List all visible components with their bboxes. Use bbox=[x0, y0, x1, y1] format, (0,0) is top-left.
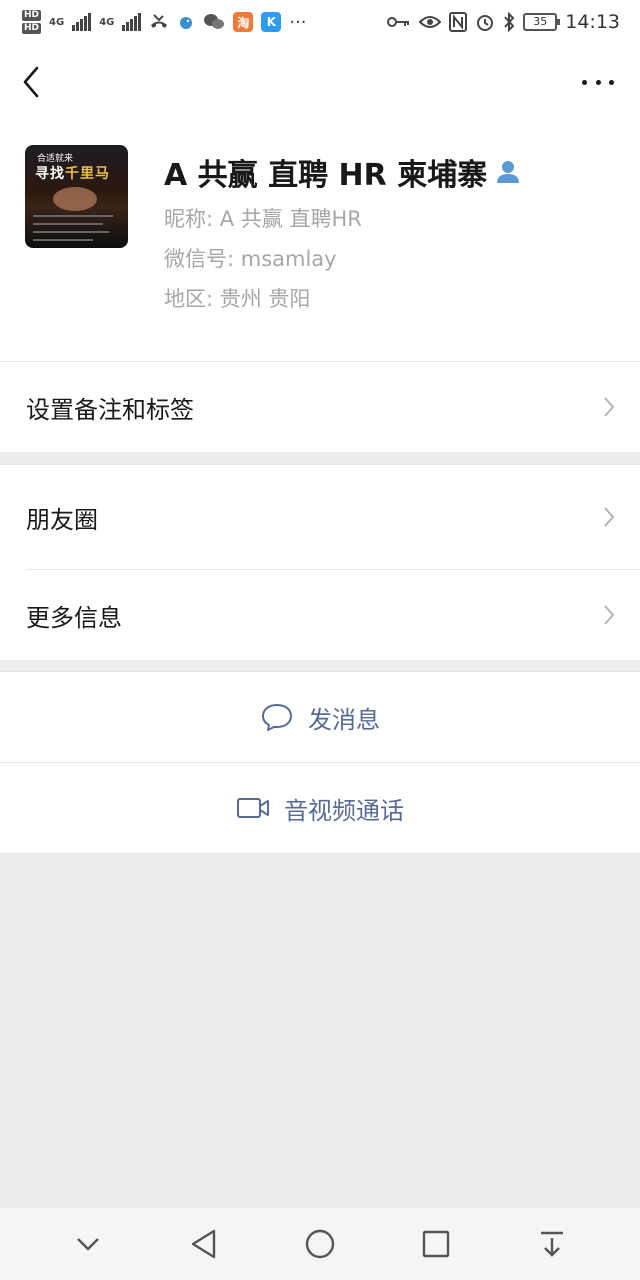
square-recents-icon bbox=[422, 1230, 450, 1258]
avatar-main-text-a: 寻找 bbox=[35, 166, 65, 182]
profile-header: 合适就来 寻找千里马 A 共赢 直聘 HR 柬埔寨 昵称: A 共赢 直聘HR … bbox=[0, 120, 640, 362]
nfc-icon bbox=[449, 12, 468, 32]
notification-pulldown-button[interactable] bbox=[532, 1224, 572, 1264]
more-info-label: 更多信息 bbox=[26, 603, 122, 632]
profile-name-text: A 共赢 直聘 HR 柬埔寨 bbox=[164, 158, 488, 193]
remark-section: 设置备注和标签 bbox=[0, 361, 640, 452]
back-button[interactable] bbox=[18, 64, 48, 100]
bird-app-icon bbox=[180, 17, 193, 29]
network-type-1: 4G bbox=[49, 16, 65, 28]
more-info-row[interactable]: 更多信息 bbox=[0, 570, 640, 660]
status-bar: HD HD 4G 4G 淘 K ··· 35 14:13 bbox=[0, 0, 640, 44]
k-app-icon: K bbox=[261, 12, 282, 32]
actions-section: 发消息 音视频通话 bbox=[0, 671, 640, 854]
set-remark-tags-row[interactable]: 设置备注和标签 bbox=[0, 362, 640, 452]
chevron-down-icon bbox=[77, 1238, 99, 1251]
info-section: 朋友圈 更多信息 bbox=[0, 464, 640, 660]
bluetooth-icon bbox=[504, 12, 515, 32]
avatar-main-text: 寻找千里马 bbox=[35, 163, 110, 183]
status-bar-left: HD HD 4G 4G 淘 K ··· bbox=[22, 10, 307, 34]
chevron-right-icon bbox=[604, 605, 615, 625]
divider bbox=[0, 853, 640, 854]
network-type-2: 4G bbox=[99, 16, 115, 28]
av-call-label: 音视频通话 bbox=[284, 796, 404, 825]
wechat-id-text: 微信号: msamlay bbox=[164, 247, 337, 271]
pull-down-icon bbox=[541, 1231, 563, 1257]
moments-label: 朋友圈 bbox=[26, 505, 98, 534]
avatar-graphic bbox=[53, 187, 97, 211]
signal-icon-2 bbox=[122, 13, 142, 31]
more-button[interactable] bbox=[582, 68, 614, 96]
avatar-text-line bbox=[33, 239, 93, 241]
clock: 14:13 bbox=[565, 11, 620, 33]
avatar-text-line bbox=[33, 231, 109, 233]
system-navigation-bar bbox=[0, 1208, 640, 1280]
avatar[interactable]: 合适就来 寻找千里马 bbox=[25, 145, 128, 248]
user-verified-icon bbox=[497, 161, 520, 183]
alarm-icon bbox=[477, 15, 494, 31]
moments-row[interactable]: 朋友圈 bbox=[0, 465, 640, 569]
av-call-button[interactable]: 音视频通话 bbox=[0, 763, 640, 853]
key-icon bbox=[387, 17, 410, 27]
chevron-left-icon bbox=[23, 66, 39, 98]
avatar-text-line bbox=[33, 215, 113, 217]
region-text: 地区: 贵州 贵阳 bbox=[164, 287, 311, 311]
chat-bubble-icon bbox=[262, 704, 292, 731]
system-back-button[interactable] bbox=[184, 1224, 224, 1264]
more-notifications-icon: ··· bbox=[289, 11, 307, 33]
nav-bar bbox=[0, 44, 640, 120]
video-camera-icon bbox=[237, 798, 269, 818]
eye-icon bbox=[419, 16, 442, 28]
status-bar-right: 35 14:13 bbox=[387, 11, 620, 33]
system-recents-button[interactable] bbox=[416, 1224, 456, 1264]
triangle-back-icon bbox=[191, 1229, 216, 1259]
send-message-label: 发消息 bbox=[308, 705, 380, 734]
wechat-icon bbox=[204, 14, 225, 29]
hd-indicators: HD HD bbox=[22, 10, 42, 34]
circle-home-icon bbox=[305, 1229, 335, 1259]
set-remark-tags-label: 设置备注和标签 bbox=[26, 395, 194, 424]
avatar-main-text-b: 千里马 bbox=[65, 166, 110, 182]
signal-icon bbox=[72, 13, 92, 31]
nickname-text: 昵称: A 共赢 直聘HR bbox=[164, 207, 362, 231]
shopping-app-icon: 淘 bbox=[233, 12, 254, 32]
system-home-button[interactable] bbox=[300, 1224, 340, 1264]
chevron-right-icon bbox=[604, 397, 615, 417]
hd-badge-2: HD bbox=[22, 23, 42, 34]
battery-indicator: 35 bbox=[523, 13, 561, 31]
chevron-right-icon bbox=[604, 507, 615, 527]
hd-badge-1: HD bbox=[22, 10, 42, 21]
collapse-nav-button[interactable] bbox=[68, 1224, 108, 1264]
send-message-button[interactable]: 发消息 bbox=[0, 672, 640, 762]
profile-name: A 共赢 直聘 HR 柬埔寨 bbox=[164, 150, 521, 194]
avatar-text-line bbox=[33, 223, 103, 225]
missed-call-icon bbox=[151, 14, 168, 28]
more-dots-icon bbox=[582, 79, 587, 85]
